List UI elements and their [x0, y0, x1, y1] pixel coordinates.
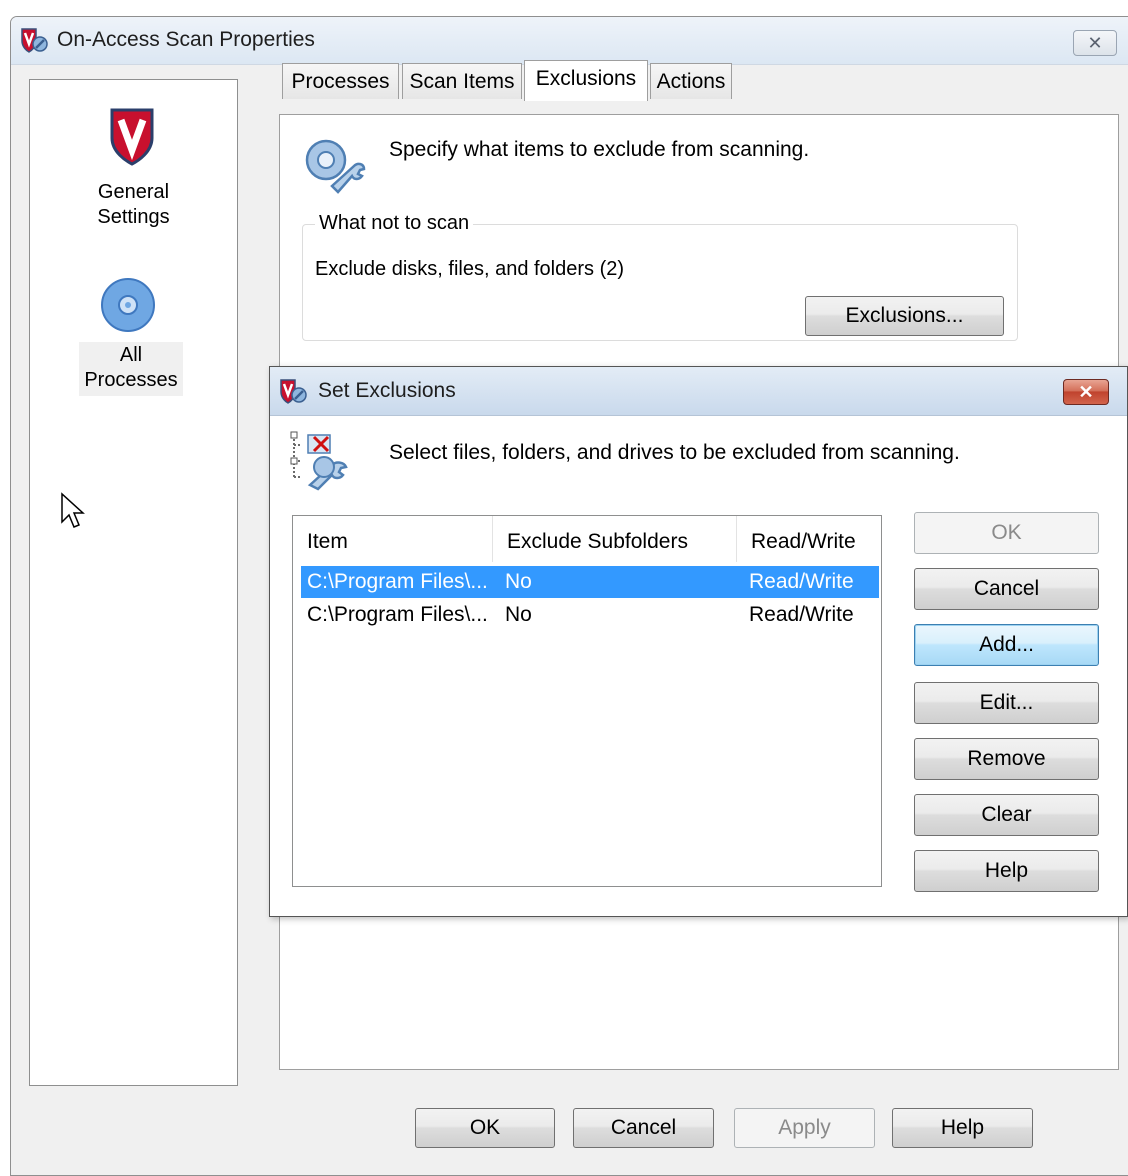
group-title: What not to scan [315, 212, 474, 235]
ok-button[interactable]: OK [415, 1108, 555, 1148]
row-exclude-subfolders: No [505, 603, 532, 626]
row-item-path: C:\Program Files\... [307, 603, 488, 626]
table-row[interactable]: C:\Program Files\... No Read/Write [301, 599, 879, 631]
dialog-close-button[interactable]: ✕ [1063, 379, 1109, 405]
exclude-summary-text: Exclude disks, files, and folders (2) [315, 258, 625, 280]
dialog-description: Select files, folders, and drives to be … [389, 441, 960, 464]
window-title: On-Access Scan Properties [57, 28, 315, 51]
row-exclude-subfolders: No [505, 570, 532, 593]
dialog-titlebar[interactable]: Set Exclusions ✕ [270, 367, 1127, 416]
clear-button[interactable]: Clear [914, 794, 1099, 836]
column-header-item[interactable]: Item [293, 516, 493, 562]
column-header-read-write[interactable]: Read/Write [737, 516, 881, 562]
set-exclusions-dialog: Set Exclusions ✕ Select files, folders, … [269, 366, 1128, 917]
exclusion-tree-icon [290, 431, 348, 491]
dialog-cancel-button[interactable]: Cancel [914, 568, 1099, 610]
tab-actions[interactable]: Actions [650, 63, 732, 99]
close-icon: ✕ [1078, 382, 1094, 402]
edit-button[interactable]: Edit... [914, 682, 1099, 724]
apply-button[interactable]: Apply [734, 1108, 875, 1148]
row-read-write: Read/Write [749, 603, 854, 626]
exclusions-button[interactable]: Exclusions... [805, 296, 1004, 336]
mcafee-shield-icon [110, 108, 154, 166]
mcafee-app-icon [280, 379, 307, 404]
exclusions-list[interactable]: Item Exclude Subfolders Read/Write C:\Pr… [292, 515, 882, 887]
dialog-ok-button[interactable]: OK [914, 512, 1099, 554]
mcafee-app-icon [21, 28, 48, 53]
list-header: Item Exclude Subfolders Read/Write [293, 516, 881, 562]
tab-processes[interactable]: Processes [282, 63, 399, 99]
dialog-help-button[interactable]: Help [914, 850, 1099, 892]
nav-label-line1: All [119, 344, 143, 366]
row-item-path: C:\Program Files\... [307, 570, 488, 593]
tab-description: Specify what items to exclude from scann… [389, 138, 810, 161]
help-button[interactable]: Help [892, 1108, 1033, 1148]
add-button[interactable]: Add... [914, 624, 1099, 666]
tab-scan-items[interactable]: Scan Items [402, 63, 522, 99]
column-header-exclude-subfolders[interactable]: Exclude Subfolders [493, 516, 737, 562]
row-read-write: Read/Write [749, 570, 854, 593]
nav-label-line1: General [97, 181, 170, 203]
close-icon: ✕ [1087, 33, 1103, 53]
cancel-button[interactable]: Cancel [573, 1108, 714, 1148]
tab-exclusions[interactable]: Exclusions [524, 60, 648, 101]
window-close-button[interactable]: ✕ [1073, 30, 1117, 56]
remove-button[interactable]: Remove [914, 738, 1099, 780]
settings-wrench-icon [305, 139, 366, 194]
dialog-title: Set Exclusions [318, 379, 456, 402]
mouse-cursor-icon [61, 492, 85, 528]
nav-item-all-processes[interactable]: All Processes [79, 342, 183, 396]
nav-label-line2: Settings [97, 206, 170, 228]
nav-panel: General Settings All Processes [29, 79, 238, 1086]
disc-icon [101, 278, 155, 332]
nav-label-line2: Processes [84, 369, 178, 391]
main-titlebar[interactable]: On-Access Scan Properties ✕ [11, 17, 1128, 65]
table-row[interactable]: C:\Program Files\... No Read/Write [301, 566, 879, 598]
